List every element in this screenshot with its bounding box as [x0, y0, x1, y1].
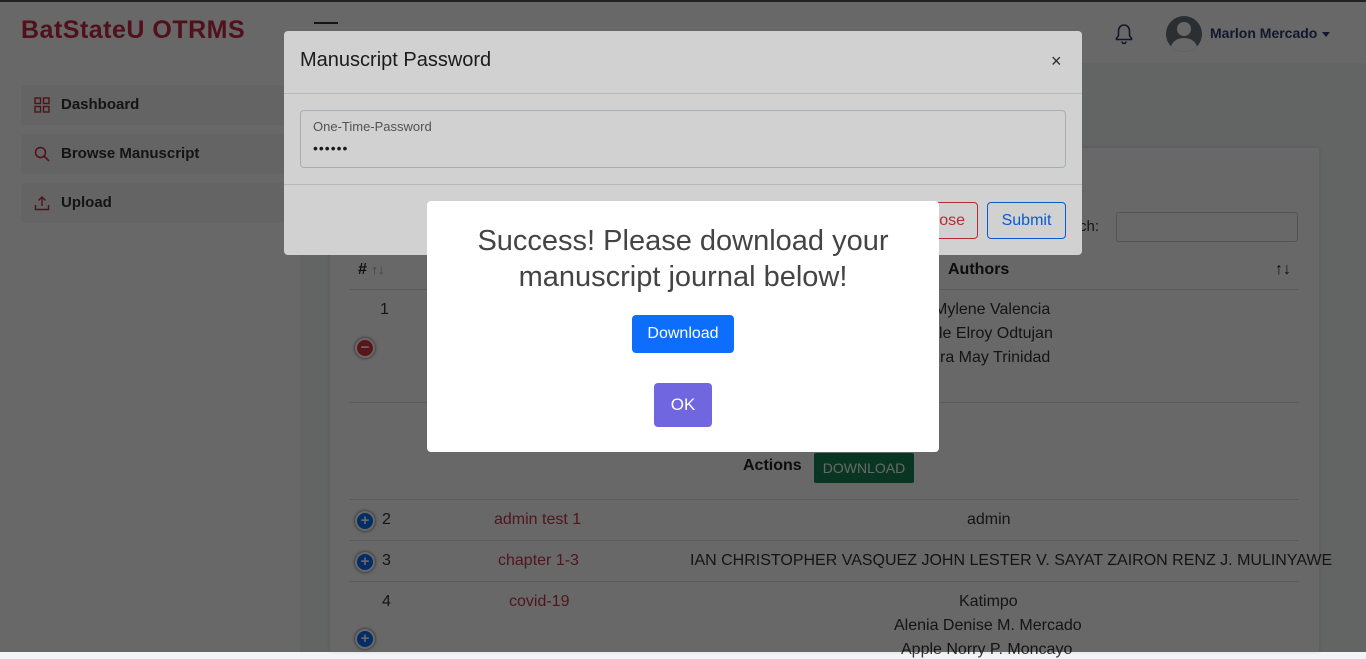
success-alert: Success! Please download your manuscript… [427, 201, 939, 452]
alert-message: Success! Please download your manuscript… [477, 225, 889, 293]
ok-button[interactable]: OK [654, 383, 712, 427]
download-journal-button[interactable]: Download [632, 315, 734, 353]
